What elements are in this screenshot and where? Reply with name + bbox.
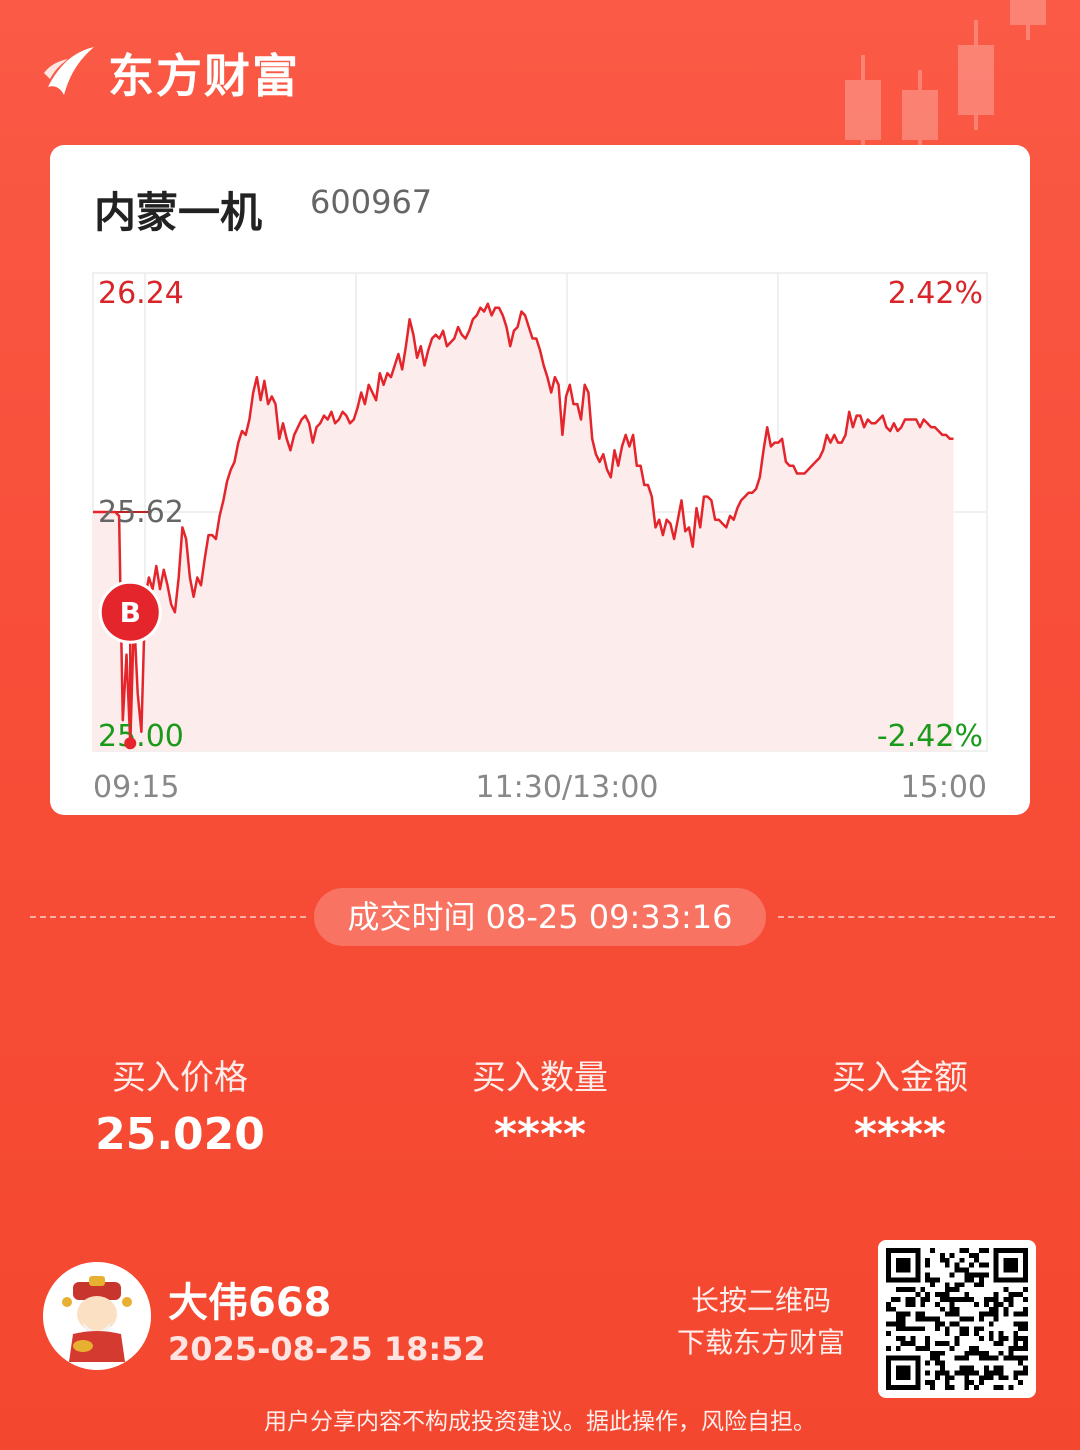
intraday-chart: 26.24 25.62 25.00 2.42% -2.42% 09:15 11:…	[92, 272, 988, 805]
pct-label-bottom: -2.42%	[877, 719, 983, 754]
buy-marker-label: B	[120, 596, 141, 629]
x-label-midday: 11:30/13:00	[475, 770, 658, 805]
pct-label-top: 2.42%	[888, 276, 983, 311]
y-label-mid: 25.62	[98, 495, 184, 530]
buy-marker-dot	[124, 737, 137, 750]
qr-hint-line1: 长按二维码	[690, 1284, 831, 1317]
x-label-open: 09:15	[93, 770, 179, 805]
qr-code[interactable]	[878, 1240, 1036, 1398]
x-label-close: 15:00	[901, 770, 987, 805]
dash-left	[30, 916, 306, 918]
stat-label: 买入价格	[112, 1058, 248, 1098]
dash-right	[778, 916, 1055, 918]
qr-hint-line2: 下载东方财富	[676, 1326, 845, 1359]
qr-hint: 长按二维码 下载东方财富	[677, 1280, 845, 1364]
stat-label: 买入数量	[472, 1058, 608, 1098]
brand-name: 东方财富	[108, 49, 300, 103]
trade-time-pill: 成交时间 08-25 09:33:16	[314, 888, 766, 946]
disclaimer: 用户分享内容不构成投资建议。据此操作，风险自担。	[264, 1409, 816, 1435]
avatar-icon	[43, 1262, 151, 1370]
stat-buy-amount: 买入金额 ****	[750, 1050, 1050, 1160]
stat-buy-price: 买入价格 25.020	[30, 1050, 330, 1160]
qr-code-icon	[886, 1248, 1028, 1390]
brand-logo: 东方财富	[40, 40, 300, 106]
price-area-fill	[93, 303, 954, 751]
stat-value: 25.020	[95, 1109, 265, 1160]
y-label-bottom: 25.00	[98, 719, 184, 754]
stat-value: ****	[493, 1109, 587, 1160]
decorative-candles-icon	[845, 0, 1046, 150]
stat-label: 买入金额	[832, 1058, 968, 1098]
user-name: 大伟668	[168, 1280, 332, 1326]
avatar[interactable]	[43, 1262, 151, 1370]
stock-card: 内蒙一机 600967 26.24 25.62 25.00 2.42% -2.4…	[50, 145, 1030, 815]
stat-buy-quantity: 买入数量 ****	[390, 1050, 690, 1160]
stat-value: ****	[853, 1109, 947, 1160]
brand-logo-icon	[44, 47, 94, 95]
trade-time-row: 成交时间 08-25 09:33:16	[30, 888, 1055, 946]
y-label-top: 26.24	[98, 276, 184, 311]
share-time: 2025-08-25 18:52	[168, 1330, 486, 1368]
